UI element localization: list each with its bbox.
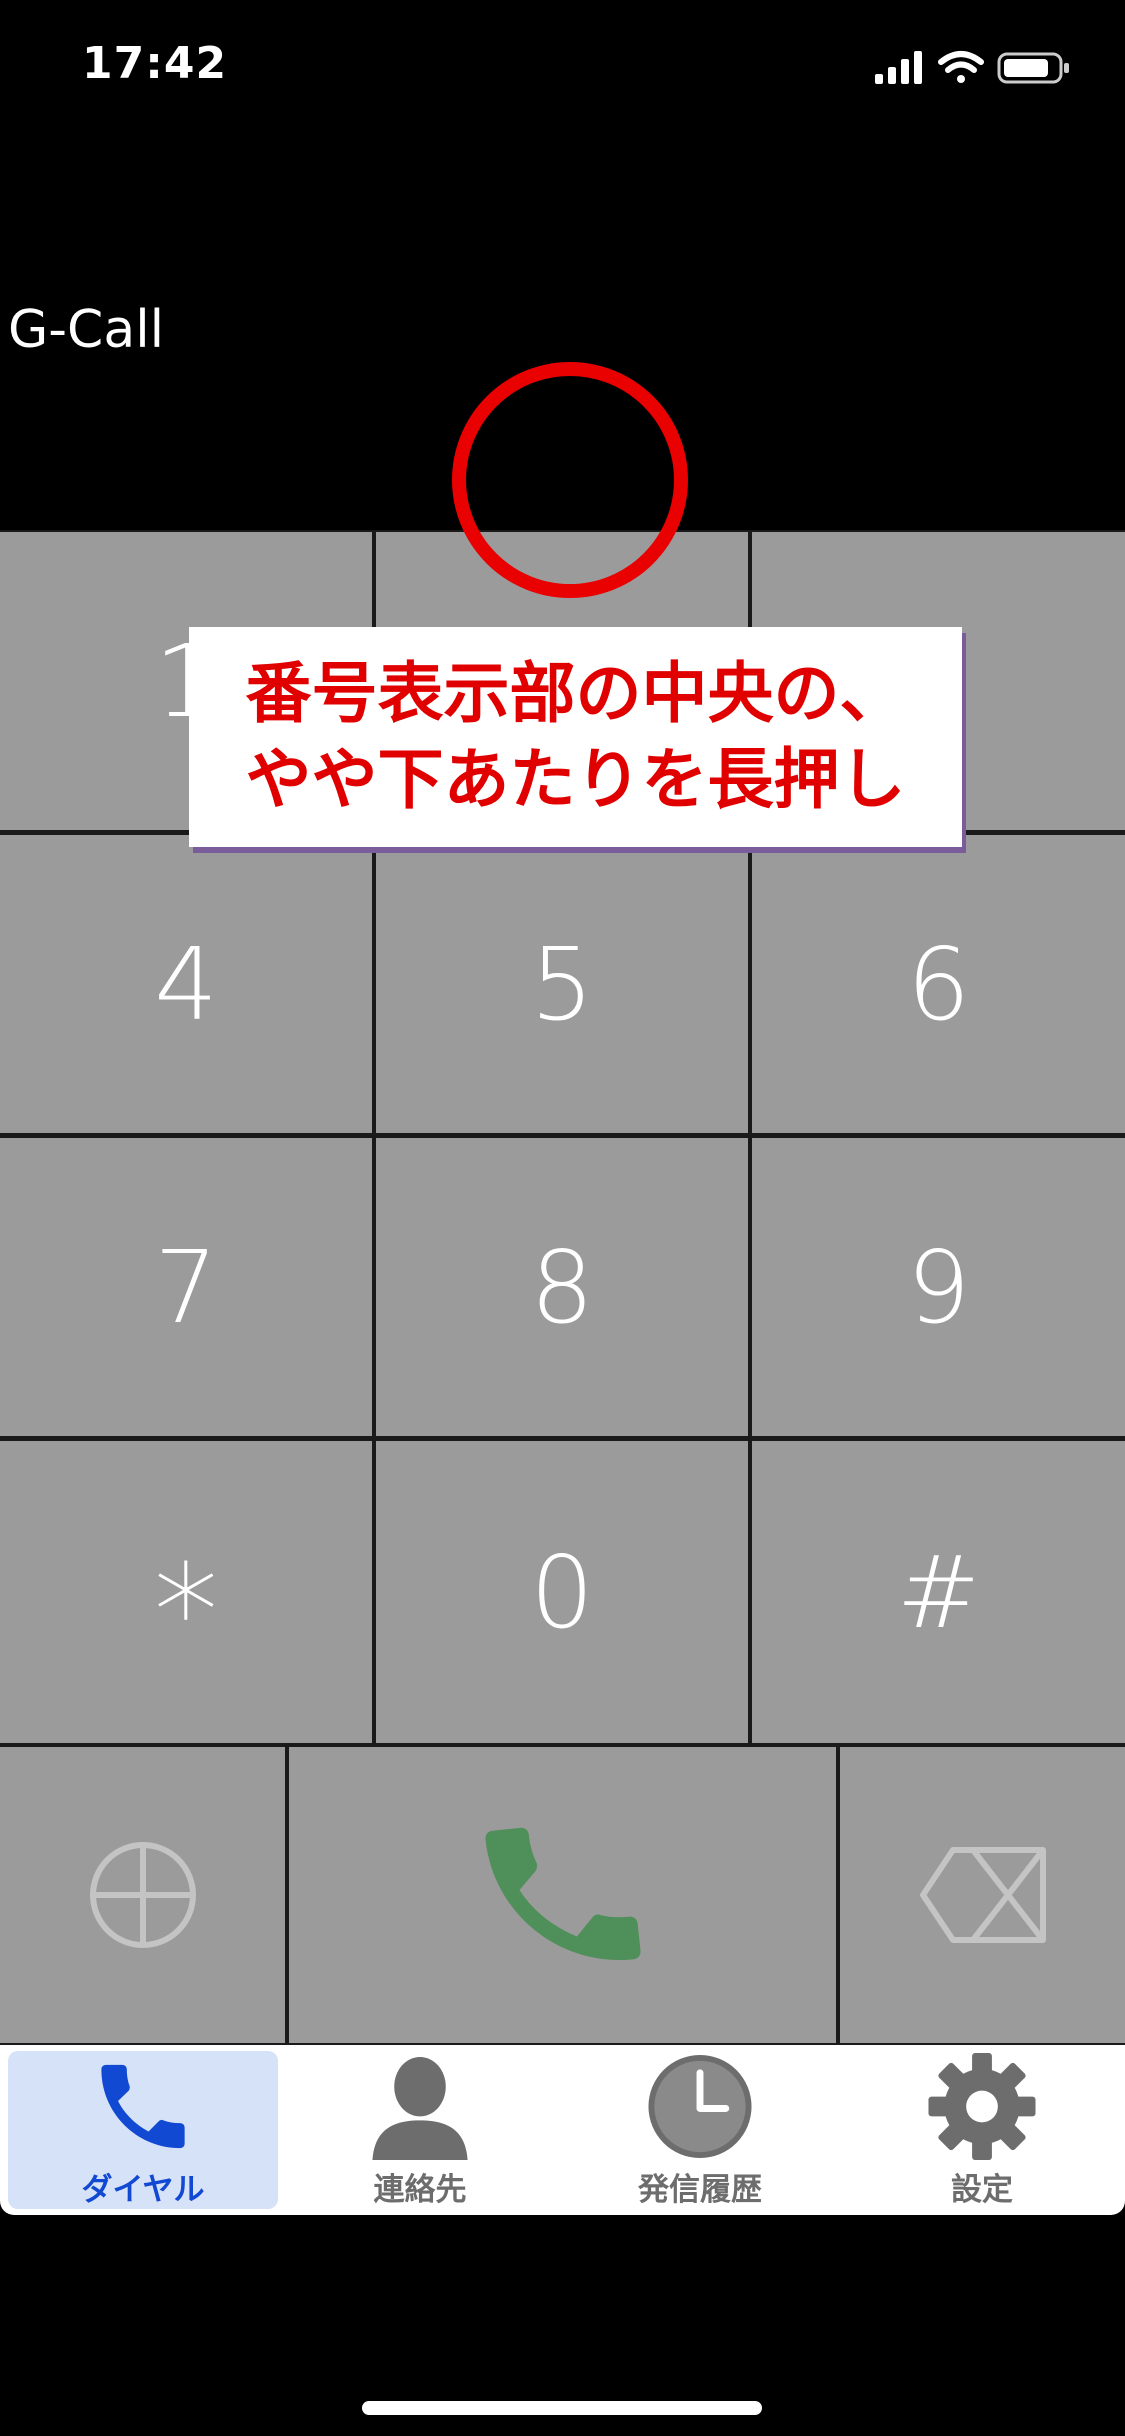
tab-label: 設定 xyxy=(951,2172,1013,2208)
call-button[interactable] xyxy=(289,1747,836,2043)
key-label: 8 xyxy=(530,1228,594,1346)
tab-bar: ダイヤル 連絡先 発信履歴 設定 xyxy=(0,2045,1125,2215)
key-4[interactable]: 4 xyxy=(0,835,372,1133)
backspace-button[interactable] xyxy=(840,1747,1125,2043)
key-7[interactable]: 7 xyxy=(0,1138,372,1436)
key-label: 7 xyxy=(154,1228,218,1346)
key-label: * xyxy=(153,1536,219,1688)
add-button[interactable] xyxy=(0,1747,285,2043)
key-star[interactable]: * xyxy=(0,1441,372,1743)
plus-circle-icon xyxy=(89,1842,196,1948)
key-label: 0 xyxy=(530,1533,594,1651)
status-time: 17:42 xyxy=(82,38,228,89)
key-label: # xyxy=(896,1533,981,1651)
instruction-callout: 番号表示部の中央の、 やや下あたりを長押し xyxy=(189,627,962,847)
tab-history[interactable]: 発信履歴 xyxy=(565,2051,835,2209)
phone-icon xyxy=(101,2064,185,2149)
highlight-ring xyxy=(452,362,688,598)
gear-icon xyxy=(928,2052,1036,2161)
wifi-icon xyxy=(938,51,984,83)
backspace-icon xyxy=(919,1847,1046,1943)
home-indicator[interactable] xyxy=(362,2401,762,2415)
clock-icon xyxy=(648,2054,752,2159)
key-label: 9 xyxy=(906,1228,971,1346)
key-6[interactable]: 6 xyxy=(752,835,1125,1133)
phone-icon xyxy=(484,1827,641,1960)
key-label: 6 xyxy=(906,925,971,1043)
key-5[interactable]: 5 xyxy=(376,835,748,1133)
tab-label: 連絡先 xyxy=(373,2172,467,2208)
tab-contacts[interactable]: 連絡先 xyxy=(285,2051,555,2209)
key-0[interactable]: 0 xyxy=(376,1441,748,1743)
app-title: G-Call xyxy=(8,300,165,360)
tab-label: 発信履歴 xyxy=(638,2172,762,2208)
action-row xyxy=(0,1745,1125,2045)
tab-label: ダイヤル xyxy=(81,2172,205,2208)
tab-dial[interactable]: ダイヤル xyxy=(8,2051,278,2209)
person-icon xyxy=(372,2056,468,2161)
key-8[interactable]: 8 xyxy=(376,1138,748,1436)
key-label: 5 xyxy=(530,925,594,1043)
instruction-text: 番号表示部の中央の、 やや下あたりを長押し xyxy=(245,655,906,818)
tab-settings[interactable]: 設定 xyxy=(847,2051,1117,2209)
key-hash[interactable]: # xyxy=(752,1441,1125,1743)
key-label: 4 xyxy=(154,925,218,1043)
cellular-signal-icon xyxy=(875,51,922,84)
key-9[interactable]: 9 xyxy=(752,1138,1125,1436)
status-icons xyxy=(875,48,1075,88)
battery-icon xyxy=(997,52,1069,84)
status-bar: 17:42 xyxy=(0,0,1125,140)
